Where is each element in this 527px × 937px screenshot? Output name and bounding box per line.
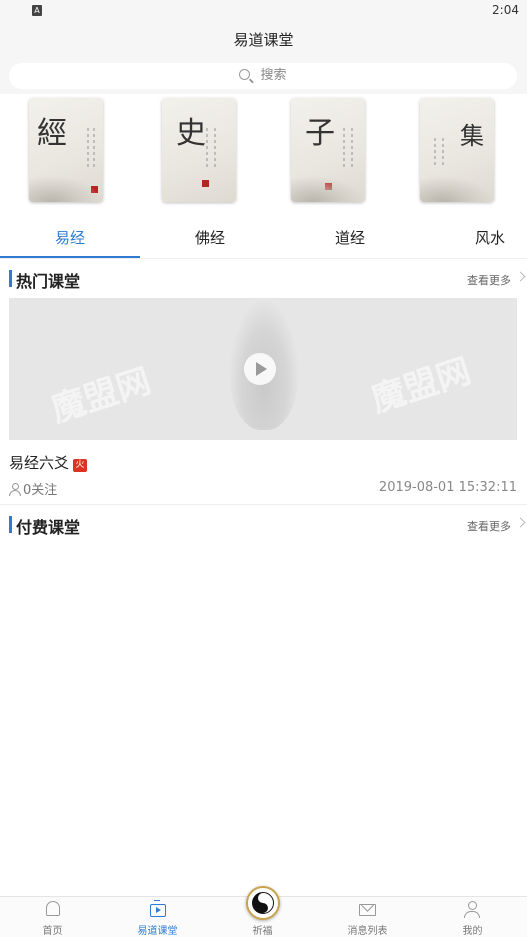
section-accent-bar [9,516,12,533]
cover-zi[interactable]: 子 [291,98,365,202]
cover-shi[interactable]: 史 [162,98,236,202]
nav-profile[interactable]: 我的 [420,897,525,937]
home-icon [46,901,60,916]
cover-text-decoration [343,128,345,168]
search-placeholder: 搜索 [260,68,287,83]
nav-classroom[interactable]: 易道课堂 [105,897,210,937]
play-icon[interactable] [244,353,276,385]
nav-label: 祈福 [252,926,273,937]
cover-char: 集 [460,122,484,150]
nav-home[interactable]: 首页 [0,897,105,937]
nav-label: 消息列表 [347,926,388,937]
cover-text-decoration [351,128,353,168]
classroom-icon [150,900,166,917]
course-title[interactable]: 易经六爻火 [9,452,88,473]
search-icon [239,69,251,80]
cover-char: 經 [37,116,67,151]
hot-section-header: 热门课堂 查看更多 [0,264,527,294]
person-icon [9,483,21,496]
video-thumbnail[interactable]: 魔盟网 魔盟网 [9,298,517,440]
see-more-link[interactable]: 查看更多 [467,518,511,534]
mail-icon [359,904,376,916]
section-title: 热门课堂 [16,272,81,291]
chevron-right-icon[interactable] [515,517,526,528]
see-more-link[interactable]: 查看更多 [467,272,511,288]
cover-jing[interactable]: 經 [29,98,103,202]
paid-section-header: 付费课堂 查看更多 [0,510,527,540]
watermark-text: 魔盟网 [366,351,476,421]
mountain-decoration [29,176,103,202]
cover-char: 子 [305,116,335,151]
cover-text-decoration [442,138,444,168]
cover-text-decoration [214,128,216,168]
tab-fojing[interactable]: 佛经 [140,222,280,256]
section-title: 付费课堂 [16,518,81,537]
hot-badge-icon: 火 [73,459,88,472]
nav-label: 首页 [42,926,63,937]
cover-ji[interactable]: 集 [420,98,494,202]
page-title: 易道课堂 [0,22,527,58]
divider [0,504,527,505]
cover-text-decoration [434,138,436,168]
mountain-decoration [291,176,365,202]
follow-count: 0关注 [9,479,57,498]
bottom-navigation: 首页 易道课堂 祈福 消息列表 我的 [0,886,527,937]
section-accent-bar [9,270,12,287]
cover-text-decoration [93,128,95,168]
tab-daojing[interactable]: 道经 [280,222,420,256]
cover-text-decoration [206,128,208,168]
tab-yijing[interactable]: 易经 [0,222,140,256]
tab-fengshui[interactable]: 风水 [420,222,527,256]
course-timestamp: 2019-08-01 15:32:11 [378,480,517,495]
search-bar: 搜索 [0,58,527,94]
nav-blessing[interactable]: 祈福 [210,886,315,937]
nav-messages[interactable]: 消息列表 [315,897,420,937]
chevron-right-icon[interactable] [515,271,526,282]
mountain-decoration [420,176,494,202]
seal-icon [202,180,209,187]
watermark-text: 魔盟网 [46,361,156,431]
notification-a-icon: A [32,5,42,16]
status-bar: A 2:04 [0,0,527,22]
divider [0,258,527,259]
course-title-text: 易经六爻 [9,454,70,472]
search-input[interactable]: 搜索 [9,63,517,89]
status-time: 2:04 [492,3,519,17]
nav-label: 我的 [462,926,483,937]
nav-label: 易道课堂 [137,926,178,937]
follow-text: 0关注 [23,483,58,498]
taichi-icon [246,886,280,920]
profile-icon [464,901,480,918]
category-covers: 經 史 子 集 [0,94,527,218]
cover-text-decoration [87,128,89,168]
cover-char: 史 [176,116,206,151]
category-tabs: 易经 佛经 道经 风水 [0,222,527,258]
